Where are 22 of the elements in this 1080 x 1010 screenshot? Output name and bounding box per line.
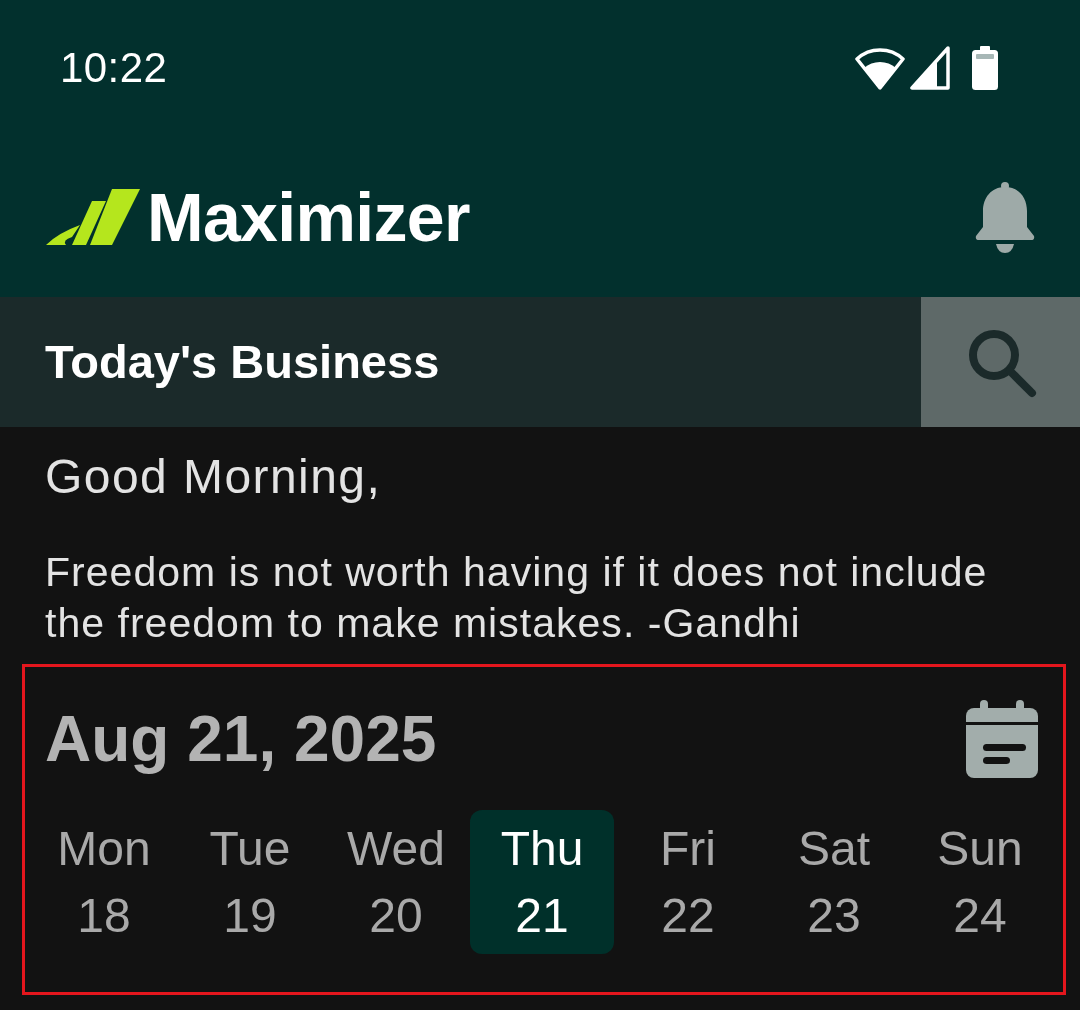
- logo-icon: [46, 188, 140, 245]
- day-button[interactable]: Sat 23: [762, 810, 906, 954]
- page-title: Today's Business: [45, 334, 440, 390]
- calendar-button[interactable]: [966, 700, 1038, 778]
- notifications-button[interactable]: [973, 180, 1037, 253]
- logo-text: Maximizer: [147, 178, 470, 255]
- day-button[interactable]: Tue 19: [178, 810, 322, 954]
- quote-text: Freedom is not worth having if it does not include the freedom to make mistakes. -Gandhi: [45, 548, 989, 648]
- search-button[interactable]: [921, 297, 1080, 427]
- day-button[interactable]: Sun 24: [908, 810, 1052, 954]
- calendar-icon: [966, 700, 1038, 778]
- current-date: Aug 21, 2025: [45, 702, 437, 777]
- wifi-icon: [855, 46, 905, 90]
- day-button[interactable]: Wed 20: [324, 810, 468, 954]
- day-button[interactable]: Mon 18: [32, 810, 176, 954]
- cell-signal-icon: [910, 46, 950, 90]
- status-time: 10:22: [60, 43, 168, 93]
- battery-icon: [972, 46, 998, 90]
- bell-icon: [973, 180, 1037, 253]
- greeting-text: Good Morning,: [45, 449, 383, 505]
- day-button[interactable]: Thu 21: [470, 810, 614, 954]
- day-button[interactable]: Fri 22: [616, 810, 760, 954]
